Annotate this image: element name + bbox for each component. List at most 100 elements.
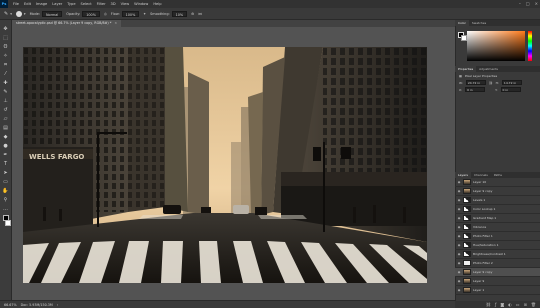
menu-3d[interactable]: 3D (111, 2, 116, 6)
layer-row[interactable]: ◉ Color Lookup 1 (455, 205, 540, 214)
marquee-tool-icon[interactable]: ⬚ (2, 35, 9, 41)
menu-image[interactable]: Image (36, 2, 47, 6)
link-layers-icon[interactable]: ⛓ (486, 302, 491, 307)
background-color-swatch[interactable] (4, 220, 11, 226)
path-select-icon[interactable]: ➤ (2, 170, 9, 176)
visibility-eye-icon[interactable]: ◉ (457, 252, 461, 256)
layer-row[interactable]: ◉ Hue/Saturation 1 (455, 241, 540, 250)
tab-channels[interactable]: Channels (471, 172, 491, 178)
color-picker-field[interactable] (467, 31, 525, 61)
menu-help[interactable]: Help (153, 2, 161, 6)
layer-row[interactable]: ◉ Gradient Map 1 (455, 214, 540, 223)
new-group-icon[interactable]: ▭ (516, 302, 520, 307)
airbrush-toggle[interactable]: ✦ (143, 12, 146, 16)
layer-name[interactable]: Layer 9 copy (473, 270, 492, 274)
visibility-eye-icon[interactable]: ◉ (457, 216, 461, 220)
eyedropper-tool-icon[interactable]: ⁄ (2, 71, 9, 77)
shape-tool-icon[interactable]: ▭ (2, 179, 9, 185)
menu-filter[interactable]: Filter (97, 2, 106, 6)
menu-view[interactable]: View (121, 2, 130, 6)
tab-properties[interactable]: Properties (455, 66, 477, 72)
visibility-eye-icon[interactable]: ◉ (457, 189, 461, 193)
hue-slider[interactable] (528, 31, 532, 61)
blur-tool-icon[interactable]: ◆ (2, 134, 9, 140)
minimize-icon[interactable]: – (519, 1, 521, 6)
layer-name[interactable]: Layer 9 copy (473, 189, 492, 193)
tab-adjustments[interactable]: Adjustments (476, 66, 501, 72)
x-field[interactable]: 0 in (465, 87, 486, 92)
layer-row[interactable]: ◉ Photo Filter 1 (455, 232, 540, 241)
brush-preset-picker[interactable]: ▾ (15, 10, 26, 17)
layer-name[interactable]: Levels 1 (473, 198, 485, 202)
visibility-eye-icon[interactable]: ◉ (457, 261, 461, 265)
y-field[interactable]: 0 in (500, 87, 521, 92)
width-field[interactable]: 24.72 in (465, 80, 486, 85)
layer-name[interactable]: Layer 9 (473, 279, 484, 283)
healing-tool-icon[interactable]: ✚ (2, 80, 9, 86)
visibility-eye-icon[interactable]: ◉ (457, 279, 461, 283)
tab-swatches[interactable]: Swatches (469, 20, 489, 26)
visibility-eye-icon[interactable]: ◉ (457, 243, 461, 247)
mode-select[interactable]: Normal (42, 10, 63, 17)
visibility-eye-icon[interactable]: ◉ (457, 225, 461, 229)
layer-row[interactable]: ◉ Layer 1 (455, 286, 540, 295)
move-tool-icon[interactable]: ✥ (2, 26, 9, 32)
chevron-right-icon[interactable]: › (57, 303, 58, 307)
zoom-tool-icon[interactable]: ⚲ (2, 197, 9, 203)
layer-row[interactable]: ◉ Layer 9 copy (455, 187, 540, 196)
flow-field[interactable]: 100% (121, 10, 140, 17)
fx-icon[interactable]: ƒ (495, 302, 496, 307)
menu-layer[interactable]: Layer (52, 2, 62, 6)
visibility-eye-icon[interactable]: ◉ (457, 207, 461, 211)
lasso-tool-icon[interactable]: ʘ (2, 44, 9, 50)
visibility-eye-icon[interactable]: ◉ (457, 198, 461, 202)
eraser-tool-icon[interactable]: ▱ (2, 116, 9, 122)
layer-row[interactable]: ◉ Photo Filter 2 (455, 259, 540, 268)
visibility-eye-icon[interactable]: ◉ (457, 288, 461, 292)
layer-name[interactable]: Vibrance (473, 225, 486, 229)
layer-name[interactable]: Layer 1 (473, 288, 484, 292)
more-tools-icon[interactable]: … (2, 206, 9, 212)
new-layer-icon[interactable]: ⊞ (524, 302, 527, 307)
smoothing-field[interactable]: 10% (171, 10, 188, 17)
close-window-icon[interactable]: × (535, 1, 538, 6)
adjustment-layer-icon[interactable]: ◐ (508, 302, 512, 307)
menu-type[interactable]: Type (67, 2, 75, 6)
tool-preset-picker[interactable]: ✎ ▾ (4, 11, 12, 17)
brush-tool-icon[interactable]: ✎ (2, 89, 9, 95)
layer-row[interactable]: ◉ Brightness/Contrast 1 (455, 250, 540, 259)
tab-layers[interactable]: Layers (455, 172, 471, 178)
gradient-tool-icon[interactable]: ▤ (2, 125, 9, 131)
close-tab-icon[interactable]: × (114, 21, 117, 25)
menu-file[interactable]: File (13, 2, 19, 6)
document-tab[interactable]: street-apocalyptic.psd @ 66.7% (Layer 9 … (12, 20, 122, 27)
pen-tool-icon[interactable]: ✒ (2, 152, 9, 158)
dodge-tool-icon[interactable]: ● (2, 143, 9, 149)
quick-select-tool-icon[interactable]: ✧ (2, 53, 9, 59)
layer-row[interactable]: ◉ Vibrance (455, 223, 540, 232)
layer-row[interactable]: ◉ Layer 10 (455, 178, 540, 187)
layer-name[interactable]: Gradient Map 1 (473, 216, 496, 220)
opacity-field[interactable]: 100% (82, 10, 100, 17)
zoom-level[interactable]: 66.67% (4, 303, 17, 307)
hand-tool-icon[interactable]: ✋ (2, 188, 9, 194)
height-field[interactable]: 14.72 in (501, 80, 522, 85)
type-tool-icon[interactable]: T (2, 161, 9, 167)
tab-paths[interactable]: Paths (491, 172, 505, 178)
symmetry-toggle[interactable]: ⋈ (198, 12, 201, 16)
layer-name[interactable]: Photo Filter 1 (473, 234, 493, 238)
visibility-eye-icon[interactable]: ◉ (457, 270, 461, 274)
menu-edit[interactable]: Edit (24, 2, 31, 6)
crop-tool-icon[interactable]: ⌗ (2, 62, 9, 68)
menu-window[interactable]: Window (134, 2, 148, 6)
document-canvas[interactable]: WELLS FARGO (23, 47, 427, 283)
layer-name[interactable]: Photo Filter 2 (473, 261, 493, 265)
layer-name[interactable]: Color Lookup 1 (473, 207, 495, 211)
visibility-eye-icon[interactable]: ◉ (457, 180, 461, 184)
trash-icon[interactable]: 🗑 (531, 302, 536, 307)
layer-row[interactable]: ◉ Layer 9 (455, 277, 540, 286)
menu-select[interactable]: Select (81, 2, 92, 6)
layer-name[interactable]: Brightness/Contrast 1 (473, 252, 506, 256)
smoothing-options[interactable]: ⚙ (191, 12, 194, 16)
layer-row[interactable]: ◉ Layer 9 copy (455, 268, 540, 277)
